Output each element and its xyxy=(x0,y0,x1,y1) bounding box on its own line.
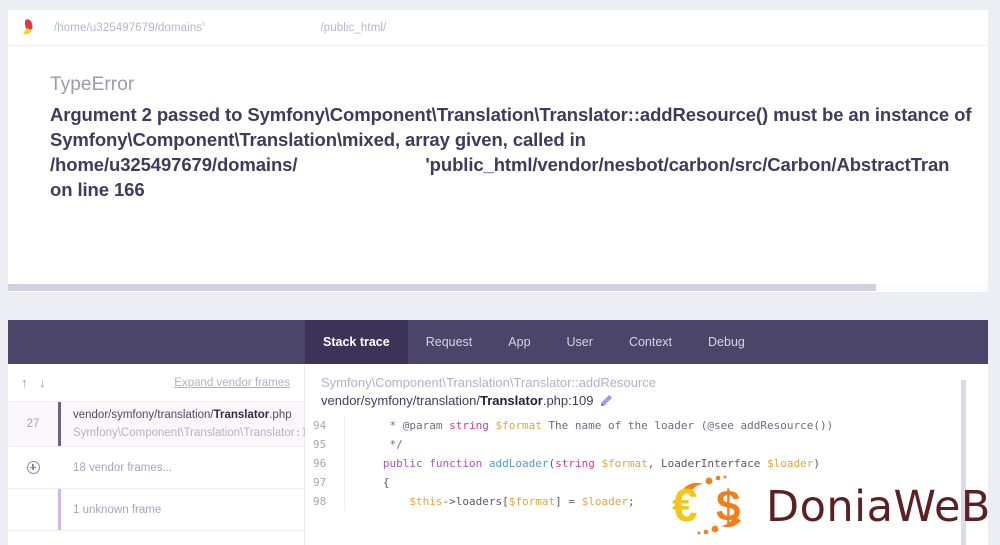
code-function-signature: Symfony\Component\Translation\Translator… xyxy=(321,375,657,390)
error-type: TypeError xyxy=(50,74,135,95)
frame-details: vendor/symfony/translation/Translator.ph… xyxy=(58,402,321,446)
code-line-text: { xyxy=(363,476,390,489)
code-vertical-scrollbar[interactable] xyxy=(961,380,966,545)
code-path-suffix: .php:109 xyxy=(542,393,594,408)
tab-stack-trace[interactable]: Stack trace xyxy=(305,320,408,364)
code-line-number: 95 xyxy=(305,435,345,454)
code-line: 94 * @param string $format The name of t… xyxy=(305,416,988,435)
stack-frame-row[interactable]: 27 vendor/symfony/translation/Translator.… xyxy=(8,402,321,447)
scrollbar-thumb[interactable] xyxy=(8,284,876,291)
path-quote: ' xyxy=(202,21,205,34)
tab-debug[interactable]: Debug xyxy=(690,320,763,364)
code-line-text: public function addLoader(string $format… xyxy=(382,457,820,470)
path-suffix: /public_html/ xyxy=(320,21,387,34)
site-favicon-icon xyxy=(22,17,38,37)
error-page-root: /home/u325497679/domains ' /public_html/ T… xyxy=(0,0,1000,545)
code-line-number: 96 xyxy=(305,454,345,473)
code-line: 95 */ xyxy=(305,435,988,454)
error-message: Argument 2 passed to Symfony\Component\T… xyxy=(50,102,988,202)
error-message-line-3-prefix: /home/u325497679/domains/ xyxy=(50,154,298,175)
error-message-line-1: Argument 2 passed to Symfony\Component\T… xyxy=(50,104,972,125)
tab-app[interactable]: App xyxy=(490,320,548,364)
path-prefix: /home/u325497679/domains xyxy=(54,21,203,34)
frame-file-path: vendor/symfony/translation/Translator.ph… xyxy=(73,409,292,421)
code-line: 98 $this->loaders[$format] = $loader; xyxy=(305,492,988,511)
frames-rows-container: 27 vendor/symfony/translation/Translator.… xyxy=(8,402,321,531)
code-lines: 94 * @param string $format The name of t… xyxy=(305,416,988,511)
code-file-path: vendor/symfony/translation/Translator.ph… xyxy=(321,393,988,408)
code-line-number: 94 xyxy=(305,416,345,435)
expand-frames-icon-cell xyxy=(8,447,58,488)
code-file-path-text: vendor/symfony/translation/Translator.ph… xyxy=(321,393,593,408)
expand-vendor-frames-link[interactable]: Expand vendor frames xyxy=(174,377,290,389)
unknown-frame-number xyxy=(8,489,58,530)
error-body: TypeError Argument 2 passed to Symfony\C… xyxy=(8,46,988,202)
sort-arrows-icon[interactable]: ↑ ↓ xyxy=(21,375,50,390)
tab-user[interactable]: User xyxy=(549,320,611,364)
frame-class-name: Symfony\Component\Translation\Translator xyxy=(73,427,295,439)
code-header: Symfony\Component\Translation\Translator… xyxy=(305,364,988,416)
code-line-text: $this->loaders[$format] = $loader; xyxy=(409,495,635,508)
code-line: 97 { xyxy=(305,473,988,492)
stack-frames-list: ↑ ↓ Expand vendor frames 27 vendor/symfon… xyxy=(8,364,321,545)
error-message-line-3-suffix: 'public_html/vendor/nesbot/carbon/src/Ca… xyxy=(425,154,950,175)
code-line-text: */ xyxy=(363,438,403,451)
stack-frame-row[interactable]: 1 unknown frame xyxy=(8,489,304,531)
unknown-frame-label: 1 unknown frame xyxy=(73,503,162,516)
stack-trace-panel: Stack trace Request App User Context Debug ↑ … xyxy=(8,320,988,545)
top-card-horizontal-scrollbar[interactable] xyxy=(8,284,988,291)
unknown-frame-cell: 1 unknown frame xyxy=(58,489,304,530)
frame-number: 27 xyxy=(26,418,40,430)
collapsed-frames-label: 18 vendor frames... xyxy=(73,461,173,474)
code-line-number: 97 xyxy=(305,473,345,492)
collapsed-frames-label-cell: 18 vendor frames... xyxy=(58,447,304,488)
pencil-icon[interactable] xyxy=(600,394,613,407)
tab-request[interactable]: Request xyxy=(408,320,491,364)
frame-class-line: Symfony\Component\Translation\Translator… xyxy=(73,426,321,439)
error-message-line-4: on line 166 xyxy=(50,179,145,200)
code-line: 96 public function addLoader(string $for… xyxy=(305,454,988,473)
code-file-name: Translator xyxy=(479,393,543,408)
right-gutter-strip xyxy=(988,320,1000,545)
code-viewer: Symfony\Component\Translation\Translator… xyxy=(305,364,988,545)
panel-body: ↑ ↓ Expand vendor frames 27 vendor/symfon… xyxy=(8,364,988,545)
frames-header: ↑ ↓ Expand vendor frames xyxy=(8,364,304,402)
stack-frame-row[interactable]: 18 vendor frames... xyxy=(8,447,304,489)
code-line-text: * @param string $format The name of the … xyxy=(363,419,834,432)
plus-circle-icon[interactable] xyxy=(26,461,40,474)
tab-context[interactable]: Context xyxy=(611,320,690,364)
panel-tabbar: Stack trace Request App User Context Debug xyxy=(8,320,988,364)
browser-path-bar: /home/u325497679/domains ' /public_html/ xyxy=(8,10,988,46)
code-path-prefix: vendor/symfony/translation/ xyxy=(321,393,480,408)
error-summary-card: /home/u325497679/domains ' /public_html/ T… xyxy=(8,10,988,292)
error-message-line-2: Symfony\Component\Translation\mixed, arr… xyxy=(50,129,586,150)
code-line-number: 98 xyxy=(305,492,345,511)
